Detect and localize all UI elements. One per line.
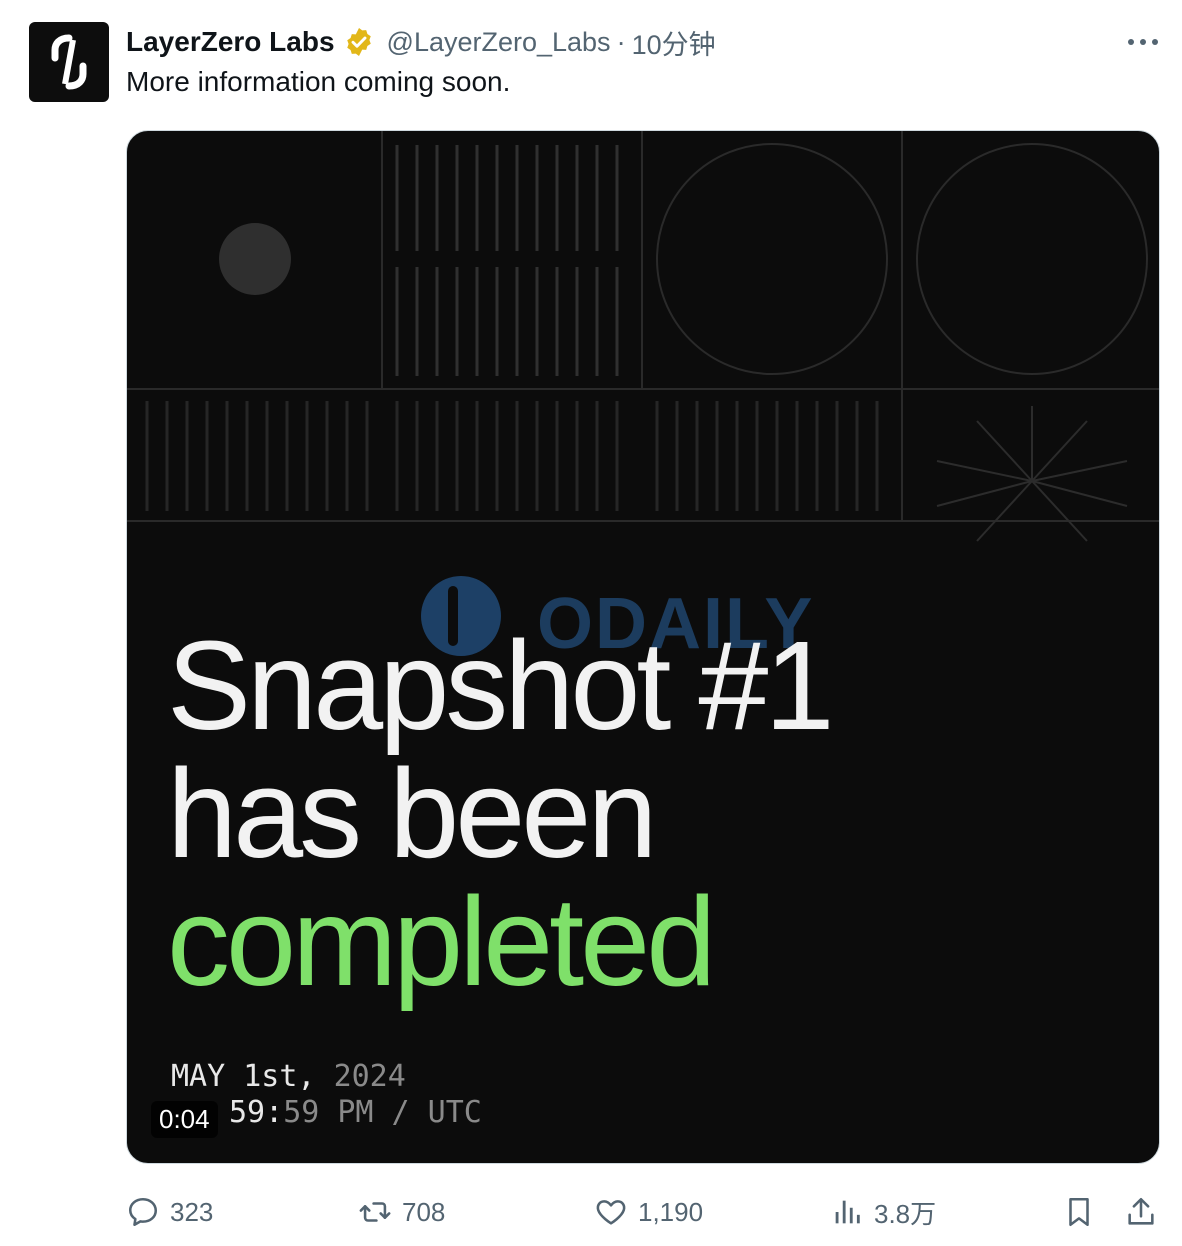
headline-line-2: has been [167, 743, 657, 884]
date-bright: MAY 1st, [171, 1059, 316, 1094]
bookmark-icon [1069, 1197, 1089, 1227]
retweet-button[interactable]: 708 [358, 1190, 445, 1234]
video-player[interactable]: ODAILY Snapshot #1 has been completed MA… [126, 130, 1160, 1164]
tweet-text: More information coming soon. [126, 66, 511, 97]
verified-badge-icon [346, 28, 371, 56]
separator: · [616, 26, 626, 57]
tweet-actions: 323 708 1,190 3.8万 [126, 1190, 1166, 1234]
time-bright: 59: [229, 1095, 284, 1130]
retweet-count: 708 [402, 1196, 446, 1227]
snapshot-time: 59:59 PM / UTC [171, 1095, 482, 1130]
share-button[interactable] [1124, 1190, 1168, 1234]
tweet-header: LayerZero Labs @LayerZero_Labs · 10分钟 [126, 24, 1162, 60]
reply-count: 323 [170, 1196, 214, 1227]
bookmark-button[interactable] [1062, 1190, 1106, 1234]
tweet-time[interactable]: 10分钟 [632, 23, 716, 62]
heart-icon [596, 1200, 626, 1225]
headline-line-1: Snapshot #1 [167, 615, 835, 756]
view-count: 3.8万 [874, 1198, 937, 1229]
more-options-icon[interactable] [1126, 30, 1160, 54]
layerzero-logo-icon [51, 34, 87, 90]
share-icon [1128, 1197, 1154, 1225]
author-name[interactable]: LayerZero Labs [126, 26, 335, 58]
headline-line-3: completed [167, 871, 716, 1012]
date-year: 2024 [333, 1059, 406, 1094]
like-count: 1,190 [638, 1196, 704, 1227]
views-button[interactable]: 3.8万 [830, 1190, 936, 1234]
video-duration: 0:04 [151, 1101, 218, 1138]
reply-icon [128, 1197, 158, 1227]
author-handle[interactable]: @LayerZero_Labs [387, 27, 611, 58]
avatar[interactable] [29, 22, 109, 102]
snapshot-date: MAY 1st, 2024 [171, 1059, 406, 1094]
analytics-icon [835, 1200, 860, 1224]
reply-button[interactable]: 323 [126, 1190, 213, 1234]
like-button[interactable]: 1,190 [594, 1190, 703, 1234]
retweet-icon [359, 1202, 391, 1222]
time-dim: 59 PM / UTC [283, 1095, 482, 1130]
